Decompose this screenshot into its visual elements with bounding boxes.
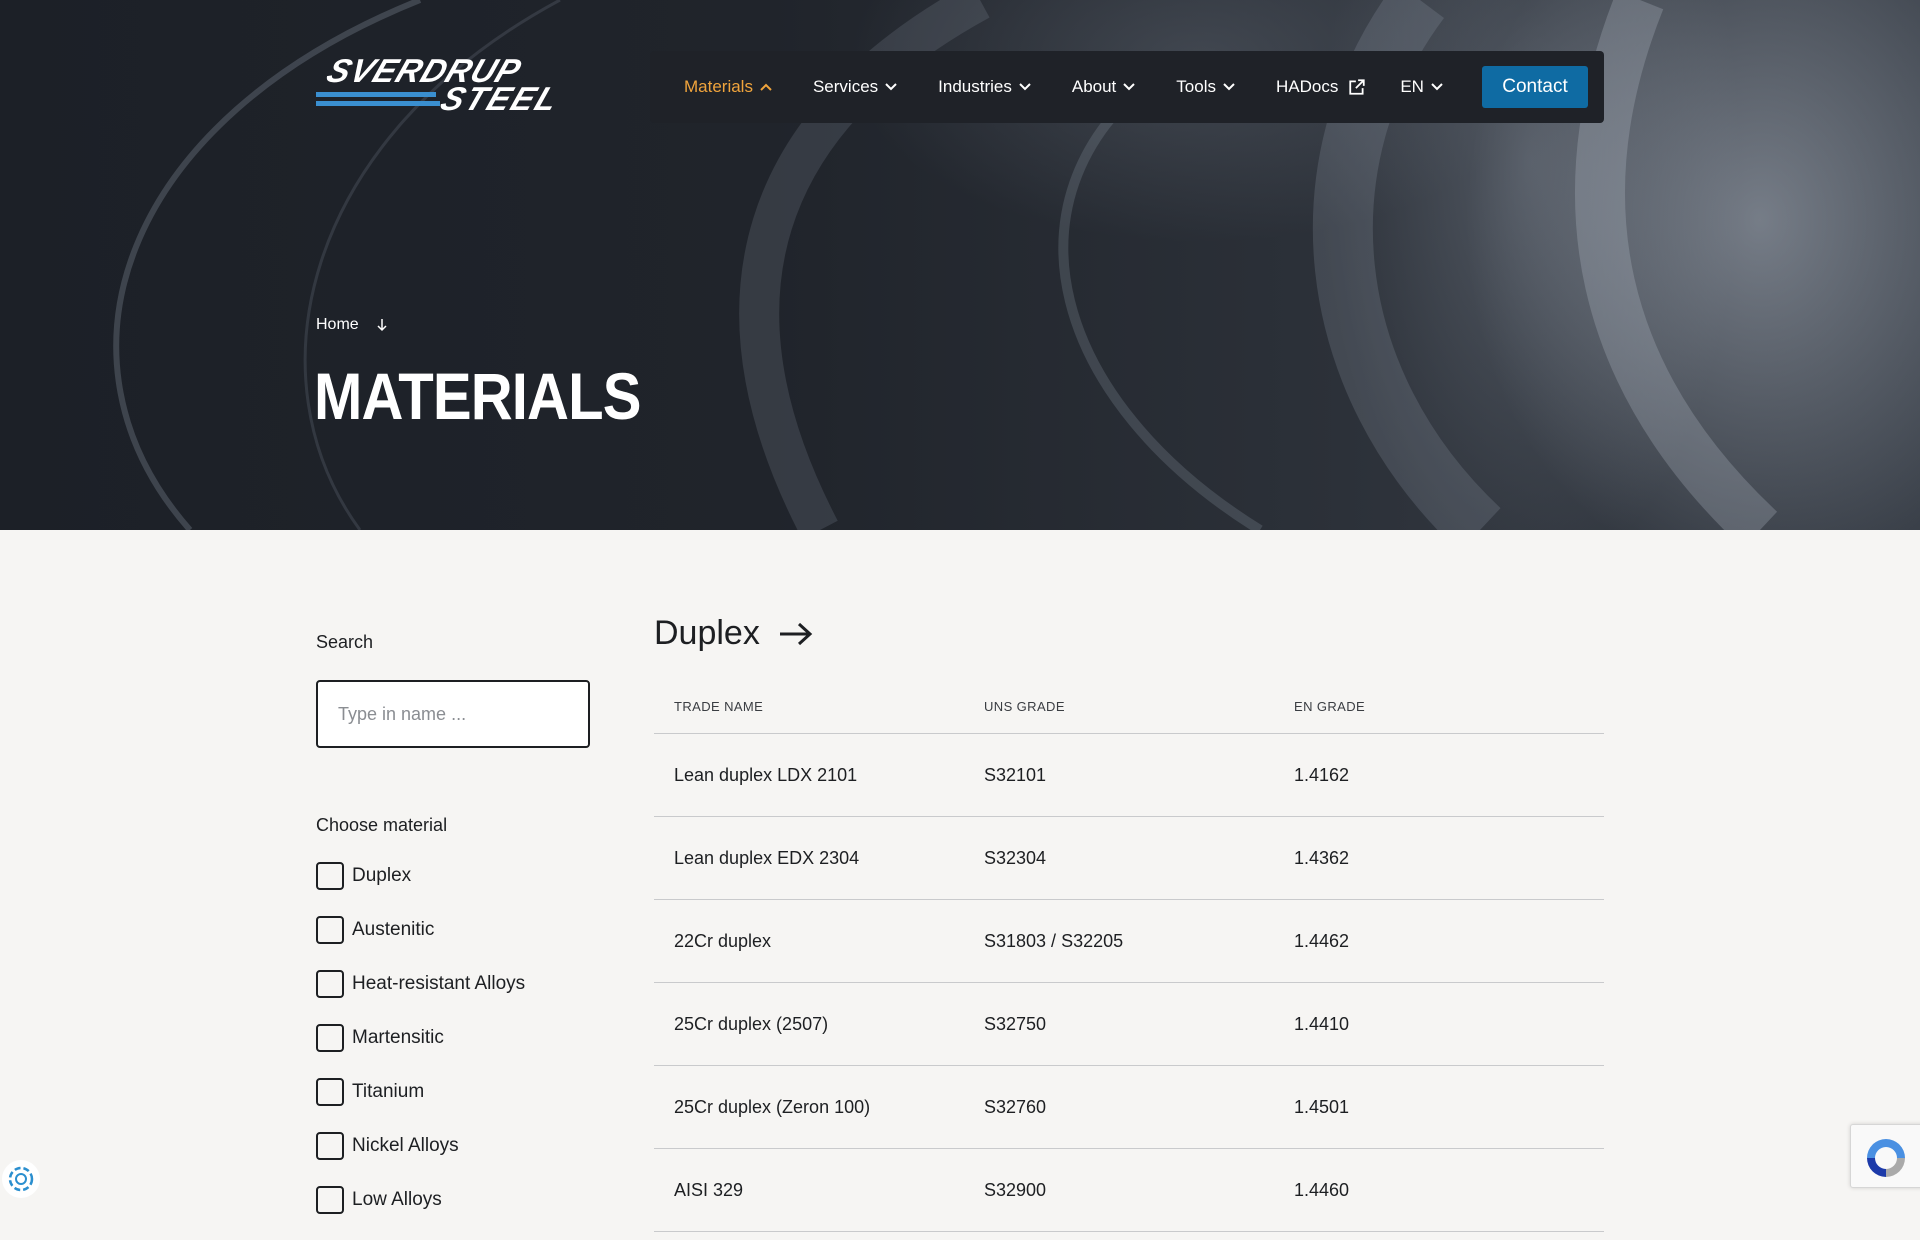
hero-banner: SVERDRUP STEEL Materials Services Indust…	[0, 0, 1920, 530]
external-link-icon	[1349, 79, 1365, 95]
checkbox[interactable]	[316, 1186, 344, 1214]
cell-trade-name: 22Cr duplex	[674, 930, 772, 951]
filter-label: Low Alloys	[352, 1189, 442, 1210]
cell-en-grade: 1.4460	[1294, 1179, 1350, 1200]
chevron-up-icon	[760, 83, 772, 91]
language-label: EN	[1400, 77, 1424, 96]
filter-low-alloys[interactable]: Low Alloys	[316, 1186, 525, 1214]
checkbox[interactable]	[316, 970, 344, 998]
cell-en-grade: 1.4162	[1294, 764, 1350, 785]
search-input[interactable]	[316, 680, 590, 748]
table-row[interactable]: 25Cr duplex (Zeron 100) S32760 1.4501	[654, 1066, 1604, 1149]
checkbox[interactable]	[316, 916, 344, 944]
material-filter-list: Duplex Austenitic Heat-resistant Alloys …	[316, 862, 525, 1240]
filter-label: Titanium	[352, 1081, 425, 1102]
filter-nickel-alloys[interactable]: Nickel Alloys	[316, 1132, 525, 1160]
nav-item-materials[interactable]: Materials	[684, 77, 773, 97]
materials-table: TRADE NAME UNS GRADE EN GRADE Lean duple…	[654, 680, 1604, 1232]
checkbox[interactable]	[316, 1024, 344, 1052]
filter-austenitic[interactable]: Austenitic	[316, 916, 525, 944]
chevron-down-icon	[1123, 83, 1136, 91]
filter-label: Martensitic	[352, 1027, 444, 1048]
page-title: MATERIALS	[314, 359, 641, 433]
nav-item-hadocs[interactable]: HADocs	[1276, 77, 1366, 97]
cell-en-grade: 1.4462	[1294, 930, 1350, 951]
svg-text:STEEL: STEEL	[436, 81, 566, 112]
column-header-trade-name: TRADE NAME	[674, 699, 764, 714]
choose-material-label: Choose material	[316, 815, 448, 835]
cookie-settings-icon	[8, 1166, 34, 1192]
search-label: Search	[316, 632, 374, 652]
filter-label: Nickel Alloys	[352, 1135, 459, 1156]
breadcrumb: Home	[316, 316, 389, 334]
arrow-down-icon	[377, 319, 387, 332]
nav-label: Tools	[1176, 77, 1216, 96]
nav-label: About	[1071, 77, 1117, 96]
cell-trade-name: Lean duplex EDX 2304	[674, 847, 860, 868]
table-row[interactable]: Lean duplex EDX 2304 S32304 1.4362	[654, 817, 1604, 900]
filter-titanium[interactable]: Titanium	[316, 1078, 525, 1106]
cell-uns-grade: S32750	[984, 1013, 1047, 1034]
cell-trade-name: 25Cr duplex (Zeron 100)	[674, 1096, 871, 1117]
cell-trade-name: 25Cr duplex (2507)	[674, 1013, 829, 1034]
recaptcha-badge[interactable]	[1850, 1124, 1920, 1188]
table-row[interactable]: 22Cr duplex S31803 / S32205 1.4462	[654, 900, 1604, 983]
nav-label: Materials	[684, 77, 753, 96]
checkbox[interactable]	[316, 1078, 344, 1106]
table-row[interactable]: 25Cr duplex (2507) S32750 1.4410	[654, 983, 1604, 1066]
cookie-settings-badge[interactable]	[2, 1160, 40, 1198]
chevron-down-icon	[1019, 83, 1031, 91]
filter-label: Austenitic	[352, 919, 435, 940]
chevron-down-icon	[1223, 83, 1235, 91]
contact-button[interactable]: Contact	[1482, 66, 1588, 108]
cell-uns-grade: S32304	[984, 847, 1047, 868]
section-title-text: Duplex	[654, 614, 760, 652]
checkbox[interactable]	[316, 862, 344, 890]
table-header: TRADE NAME UNS GRADE EN GRADE	[654, 680, 1604, 734]
arrow-right-icon	[779, 622, 813, 645]
nav-item-services[interactable]: Services	[813, 77, 898, 97]
cell-trade-name: AISI 329	[674, 1179, 744, 1200]
nav-item-tools[interactable]: Tools	[1176, 77, 1236, 97]
column-header-en-grade: EN GRADE	[1294, 699, 1366, 714]
chevron-down-icon	[885, 83, 897, 91]
chevron-down-icon	[1431, 83, 1443, 91]
section-title-duplex[interactable]: Duplex	[654, 614, 814, 653]
cell-en-grade: 1.4410	[1294, 1013, 1350, 1034]
cell-uns-grade: S32760	[984, 1096, 1047, 1117]
main-navigation: Materials Services Industries About Tool…	[650, 51, 1604, 123]
nav-label: HADocs	[1275, 77, 1339, 96]
checkbox[interactable]	[316, 1132, 344, 1160]
filter-martensitic[interactable]: Martensitic	[316, 1024, 525, 1052]
filter-label: Heat-resistant Alloys	[352, 973, 526, 994]
breadcrumb-home[interactable]: Home	[316, 316, 359, 334]
language-selector[interactable]: EN	[1400, 77, 1444, 97]
table-row[interactable]: Lean duplex LDX 2101 S32101 1.4162	[654, 734, 1604, 817]
filter-label: Duplex	[352, 865, 412, 886]
cell-trade-name: Lean duplex LDX 2101	[674, 764, 858, 785]
nav-item-about[interactable]: About	[1072, 77, 1136, 97]
column-header-uns-grade: UNS GRADE	[984, 699, 1065, 714]
table-row[interactable]: AISI 329 S32900 1.4460	[654, 1149, 1604, 1232]
cell-en-grade: 1.4362	[1294, 847, 1350, 868]
nav-label: Services	[812, 77, 879, 96]
cell-en-grade: 1.4501	[1294, 1096, 1350, 1117]
sverdrup-steel-logo[interactable]: SVERDRUP STEEL	[316, 53, 628, 118]
recaptcha-icon	[1867, 1139, 1905, 1177]
nav-item-industries[interactable]: Industries	[938, 77, 1032, 97]
filter-heat-resistant-alloys[interactable]: Heat-resistant Alloys	[316, 970, 525, 998]
nav-label: Industries	[938, 77, 1012, 96]
cell-uns-grade: S32101	[984, 764, 1047, 785]
cell-uns-grade: S31803 / S32205	[984, 930, 1124, 951]
filter-duplex[interactable]: Duplex	[316, 862, 525, 890]
cell-uns-grade: S32900	[984, 1179, 1047, 1200]
